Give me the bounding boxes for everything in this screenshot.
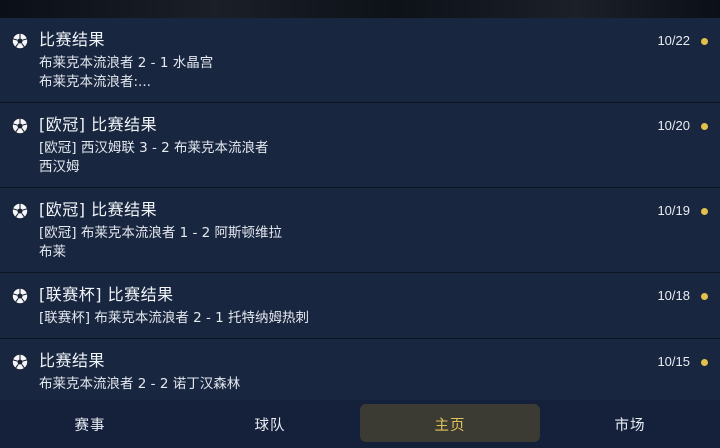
notification-title: [联赛杯] 比赛结果: [39, 285, 174, 304]
notification-item[interactable]: 比赛结果 10/15 布莱克本流浪者 2 - 2 诺丁汉森林: [0, 339, 720, 400]
notification-line: 布莱克本流浪者 2 - 1 水晶宫: [39, 55, 214, 71]
notification-title: [欧冠] 比赛结果: [39, 115, 158, 134]
tab-home[interactable]: 主页: [360, 400, 540, 448]
soccer-ball-icon: [11, 32, 29, 50]
notification-title: 比赛结果: [39, 30, 106, 49]
notification-date: 10/20: [657, 118, 690, 133]
unread-dot: [701, 38, 708, 45]
tab-label: 主页: [434, 417, 466, 434]
notification-item[interactable]: [欧冠] 比赛结果 10/19 [欧冠] 布莱克本流浪者 1 - 2 阿斯顿维拉…: [0, 188, 720, 273]
tab-market[interactable]: 市场: [540, 400, 720, 448]
notification-line: [欧冠] 布莱克本流浪者 1 - 2 阿斯顿维拉: [39, 225, 283, 241]
notification-line: 西汉姆: [39, 159, 80, 175]
tab-events[interactable]: 赛事: [0, 400, 180, 448]
tab-label: 赛事: [74, 417, 106, 434]
notification-title: 比赛结果: [39, 351, 106, 370]
soccer-ball-icon: [11, 353, 29, 371]
notification-date: 10/22: [657, 33, 690, 48]
notification-line: 布莱克本流浪者 2 - 2 诺丁汉森林: [39, 376, 241, 392]
unread-dot: [701, 359, 708, 366]
notification-line: [欧冠] 西汉姆联 3 - 2 布莱克本流浪者: [39, 140, 269, 156]
notification-item[interactable]: 比赛结果 10/22 布莱克本流浪者 2 - 1 水晶宫 布莱克本流浪者:...: [0, 18, 720, 103]
notification-item[interactable]: [联赛杯] 比赛结果 10/18 [联赛杯] 布莱克本流浪者 2 - 1 托特纳…: [0, 273, 720, 339]
soccer-ball-icon: [11, 287, 29, 305]
unread-dot: [701, 293, 708, 300]
tab-team[interactable]: 球队: [180, 400, 360, 448]
soccer-ball-icon: [11, 117, 29, 135]
notification-feed[interactable]: 比赛结果 10/22 布莱克本流浪者 2 - 1 水晶宫 布莱克本流浪者:...…: [0, 18, 720, 400]
tab-label: 市场: [614, 417, 646, 434]
notification-date: 10/18: [657, 288, 690, 303]
tab-label: 球队: [254, 417, 286, 434]
notification-title: [欧冠] 比赛结果: [39, 200, 158, 219]
notification-line: [联赛杯] 布莱克本流浪者 2 - 1 托特纳姆热刺: [39, 310, 310, 326]
notification-item[interactable]: [欧冠] 比赛结果 10/20 [欧冠] 西汉姆联 3 - 2 布莱克本流浪者 …: [0, 103, 720, 188]
unread-dot: [701, 123, 708, 130]
notification-line: 布莱: [39, 244, 66, 260]
soccer-ball-icon: [11, 202, 29, 220]
notification-line: 布莱克本流浪者:...: [39, 74, 151, 90]
bottom-tab-bar: 赛事 球队 主页 市场: [0, 400, 720, 448]
notification-date: 10/15: [657, 354, 690, 369]
unread-dot: [701, 208, 708, 215]
notification-date: 10/19: [657, 203, 690, 218]
